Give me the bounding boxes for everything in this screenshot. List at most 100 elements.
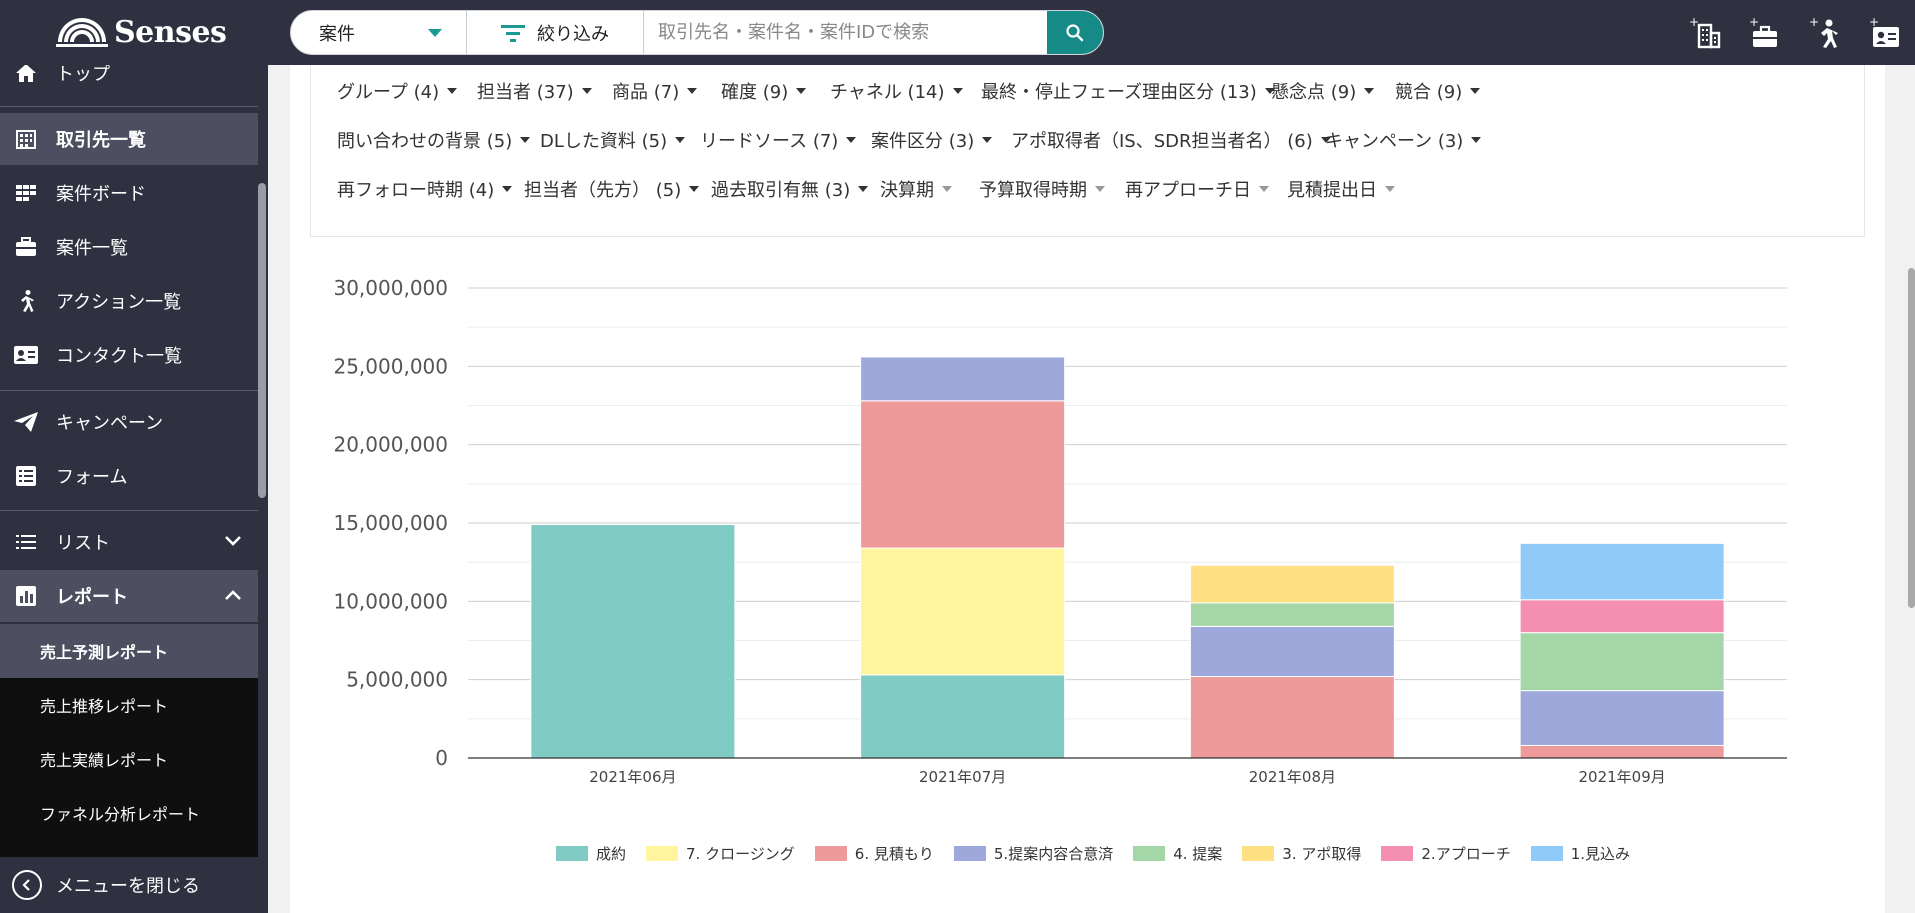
- submenu-item-sales-trend[interactable]: 売上推移レポート: [0, 678, 258, 732]
- sidebar-item-lists[interactable]: リスト: [0, 516, 258, 568]
- sidebar-item-campaigns[interactable]: キャンペーン: [0, 396, 258, 448]
- submenu-item-label: 売上推移レポート: [40, 697, 169, 716]
- search-icon: [1066, 23, 1084, 41]
- filter-chip[interactable]: キャンペーン (3): [1325, 127, 1482, 153]
- legend-item[interactable]: 成約: [556, 843, 626, 864]
- quick-add-toolbar: + + + +: [1675, 10, 1915, 56]
- brand-logo[interactable]: Senses: [0, 0, 268, 65]
- legend-swatch: [1133, 846, 1166, 861]
- filter-chip[interactable]: 担当者 (37): [477, 78, 592, 104]
- filter-chip[interactable]: 再アプローチ日: [1125, 176, 1269, 202]
- filter-chip[interactable]: アポ取得者（IS、SDR担当者名） (6): [1011, 127, 1331, 153]
- x-tick-label: 2021年06月: [589, 768, 676, 786]
- submenu-item-sales-results[interactable]: 売上実績レポート: [0, 732, 258, 786]
- legend-swatch: [1242, 846, 1275, 861]
- caret-down-icon: [846, 137, 857, 143]
- filter-chip-label: キャンペーン (3): [1325, 131, 1464, 152]
- y-tick-label: 20,000,000: [333, 433, 448, 457]
- submenu-item-sales-forecast[interactable]: 売上予測レポート: [0, 624, 258, 678]
- filter-chip-label: アポ取得者（IS、SDR担当者名） (6): [1011, 131, 1313, 152]
- svg-text:+: +: [1689, 15, 1699, 29]
- filter-button[interactable]: 絞り込み: [467, 11, 644, 54]
- legend-item[interactable]: 2.アプローチ: [1381, 843, 1511, 864]
- chevron-up-icon: [225, 590, 241, 600]
- sidebar-scrollbar[interactable]: [258, 183, 266, 498]
- filter-chip[interactable]: グループ (4): [337, 78, 458, 104]
- add-company-icon: +: [1689, 15, 1721, 49]
- legend-item[interactable]: 7. クロージング: [646, 843, 795, 864]
- add-deal-button[interactable]: +: [1735, 10, 1795, 56]
- legend-label: 5.提案内容合意済: [993, 845, 1114, 863]
- sidebar-item-deals[interactable]: 案件一覧: [0, 221, 258, 273]
- filter-chip[interactable]: 過去取引有無 (3): [711, 176, 869, 202]
- sidebar-item-deal-board[interactable]: 案件ボード: [0, 167, 258, 219]
- sidebar-item-actions[interactable]: アクション一覧: [0, 275, 258, 327]
- sidebar-item-top[interactable]: トップ: [0, 65, 258, 99]
- filter-chip[interactable]: 懸念点 (9): [1271, 78, 1375, 104]
- filter-chip-label: 競合 (9): [1395, 82, 1463, 103]
- filter-chip[interactable]: 見積提出日: [1287, 176, 1395, 202]
- add-action-icon: +: [1809, 15, 1838, 48]
- filter-chip[interactable]: 案件区分 (3): [871, 127, 993, 153]
- filter-chip[interactable]: 商品 (7): [612, 78, 698, 104]
- caret-down-icon: [1364, 88, 1375, 94]
- filter-chip[interactable]: 確度 (9): [721, 78, 807, 104]
- legend-label: 2.アプローチ: [1421, 845, 1511, 863]
- bar-segment: [1189, 625, 1395, 678]
- bar-segment: [860, 400, 1066, 549]
- filter-chip[interactable]: DLした資料 (5): [540, 127, 686, 153]
- bar-segment: [1519, 599, 1725, 634]
- caret-down-icon: [520, 137, 531, 143]
- add-contact-button[interactable]: +: [1855, 10, 1915, 56]
- legend-label: 6. 見積もり: [854, 845, 934, 863]
- y-tick-label: 0: [435, 746, 448, 770]
- sidebar-item-forms[interactable]: フォーム: [0, 450, 258, 502]
- legend-swatch: [1381, 846, 1414, 861]
- bar-segment: [860, 356, 1066, 402]
- caret-down-icon: [952, 88, 963, 94]
- sidebar-item-contacts[interactable]: コンタクト一覧: [0, 329, 258, 381]
- chart-legend: 成約 7. クロージング 6. 見積もり 5.提案内容合意済 4. 提案 3. アポ取得 2…: [556, 843, 1650, 864]
- add-action-button[interactable]: +: [1795, 10, 1855, 56]
- legend-item[interactable]: 4. 提案: [1133, 843, 1222, 864]
- search-input[interactable]: [644, 11, 1047, 54]
- bar-segment: [1189, 676, 1395, 759]
- filter-chip[interactable]: 問い合わせの背景 (5): [337, 127, 531, 153]
- sidebar-item-accounts[interactable]: 取引先一覧: [0, 113, 258, 165]
- filter-chip[interactable]: 再フォロー時期 (4): [337, 176, 513, 202]
- filter-chip-label: リードソース (7): [700, 131, 839, 152]
- filter-chip-label: 商品 (7): [612, 82, 680, 103]
- submenu-item-funnel-analysis[interactable]: ファネル分析レポート: [0, 786, 258, 840]
- filter-chip[interactable]: 最終・停止フェーズ理由区分 (13): [981, 78, 1275, 104]
- home-icon: [12, 65, 40, 87]
- close-menu-button[interactable]: メニューを閉じる: [0, 857, 268, 913]
- bar-segment: [1189, 564, 1395, 604]
- search-button[interactable]: [1047, 11, 1103, 54]
- add-company-button[interactable]: +: [1675, 10, 1735, 56]
- legend-item[interactable]: 3. アポ取得: [1242, 843, 1361, 864]
- list-icon: [12, 528, 40, 556]
- filter-chip[interactable]: 担当者（先方） (5): [524, 176, 700, 202]
- add-contact-icon: +: [1869, 15, 1899, 47]
- runner-icon: [12, 287, 40, 315]
- caret-down-icon: [1471, 137, 1482, 143]
- filter-chip-label: グループ (4): [337, 82, 440, 103]
- caret-down-icon: [1470, 88, 1481, 94]
- main-scrollbar-thumb[interactable]: [1908, 268, 1915, 608]
- search-type-select[interactable]: 案件: [291, 11, 467, 54]
- filter-chip[interactable]: 決算期: [880, 176, 952, 202]
- sidebar-item-reports[interactable]: レポート: [0, 570, 258, 622]
- legend-item[interactable]: 5.提案内容合意済: [953, 843, 1114, 864]
- add-deal-icon: +: [1749, 15, 1777, 47]
- filter-chip[interactable]: チャネル (14): [830, 78, 963, 104]
- svg-text:+: +: [1869, 15, 1879, 29]
- filter-chip[interactable]: リードソース (7): [700, 127, 857, 153]
- legend-item[interactable]: 1.見込み: [1530, 843, 1630, 864]
- caret-down-icon: [675, 137, 686, 143]
- filter-chip-label: 懸念点 (9): [1271, 82, 1357, 103]
- filter-chip[interactable]: 予算取得時期: [979, 176, 1105, 202]
- sidebar-item-label: レポート: [56, 587, 128, 608]
- filter-chip[interactable]: 競合 (9): [1395, 78, 1481, 104]
- x-tick-label: 2021年07月: [919, 768, 1006, 786]
- legend-item[interactable]: 6. 見積もり: [814, 843, 934, 864]
